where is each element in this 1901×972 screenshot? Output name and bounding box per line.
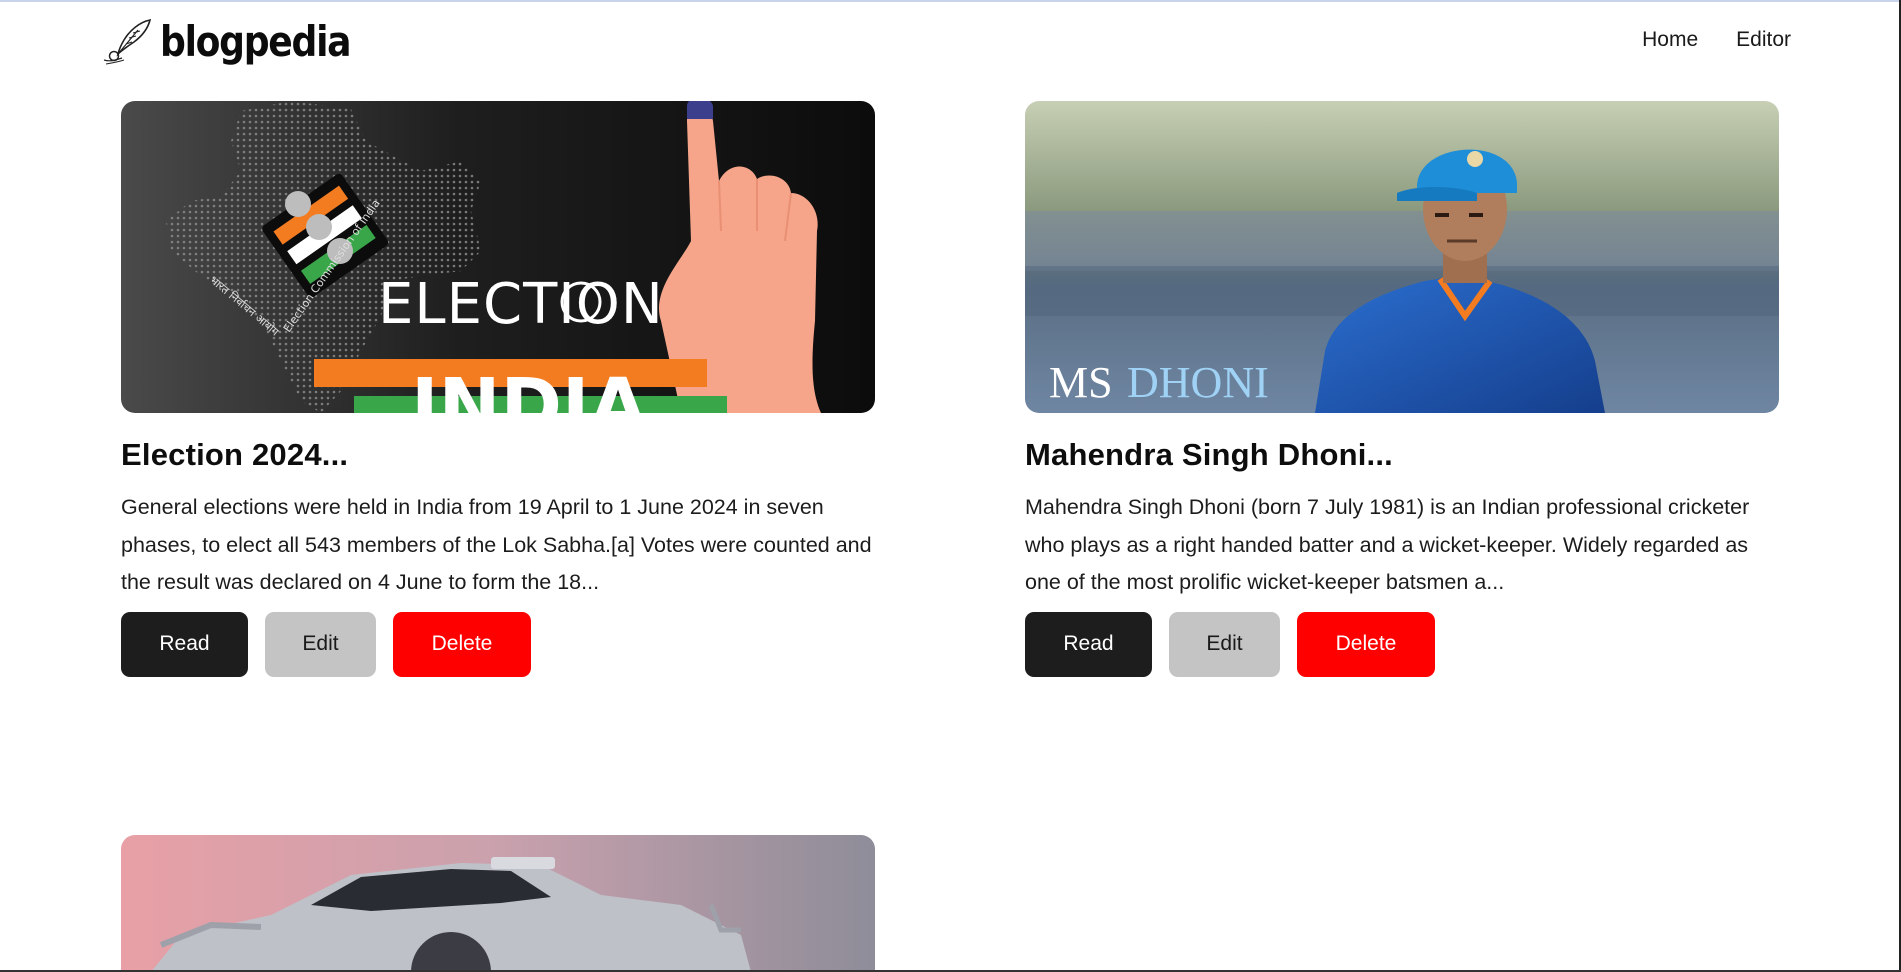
post-actions: Read Edit Delete [1025, 611, 1779, 677]
nav-home-link[interactable]: Home [1642, 28, 1698, 52]
edit-button[interactable]: Edit [1169, 611, 1280, 677]
post-image: MS DHONI [1025, 101, 1779, 413]
image-caption-ms: MS [1049, 358, 1113, 407]
delete-button[interactable]: Delete [393, 611, 531, 677]
car-photo [121, 835, 875, 972]
nav-editor-link[interactable]: Editor [1736, 28, 1791, 52]
read-button[interactable]: Read [1025, 611, 1152, 677]
main-nav: Home Editor [1642, 28, 1791, 52]
post-image: भारत निर्वाचन आयोग Election Commission o… [121, 101, 875, 413]
election-illustration: भारत निर्वाचन आयोग Election Commission o… [121, 101, 875, 413]
logo-text: blogpedia [160, 16, 352, 66]
site-header: blogpedia Home Editor [0, 2, 1901, 78]
post-excerpt: General elections were held in India fro… [121, 495, 872, 594]
post-excerpt: Mahendra Singh Dhoni (born 7 July 1981) … [1025, 495, 1750, 594]
delete-button[interactable]: Delete [1297, 611, 1435, 677]
image-word-election: ELECTION [378, 272, 664, 337]
quill-pen-icon [103, 18, 152, 65]
post-title[interactable]: Mahendra Singh Dhoni... [1025, 437, 1779, 473]
image-word-india: INDIA [411, 363, 647, 413]
logo[interactable]: blogpedia [102, 16, 381, 66]
post-image [121, 835, 875, 972]
post-title[interactable]: Election 2024... [121, 437, 875, 473]
post-card [121, 835, 875, 972]
read-button[interactable]: Read [121, 611, 248, 677]
edit-button[interactable]: Edit [265, 611, 376, 677]
post-actions: Read Edit Delete [121, 611, 875, 677]
image-caption-dhoni: DHONI [1127, 358, 1269, 407]
cricketer-photo: MS DHONI [1025, 101, 1779, 413]
post-card: MS DHONI Mahendra Singh Dhoni... Mahendr… [1025, 101, 1779, 677]
post-card: भारत निर्वाचन आयोग Election Commission o… [121, 101, 875, 677]
